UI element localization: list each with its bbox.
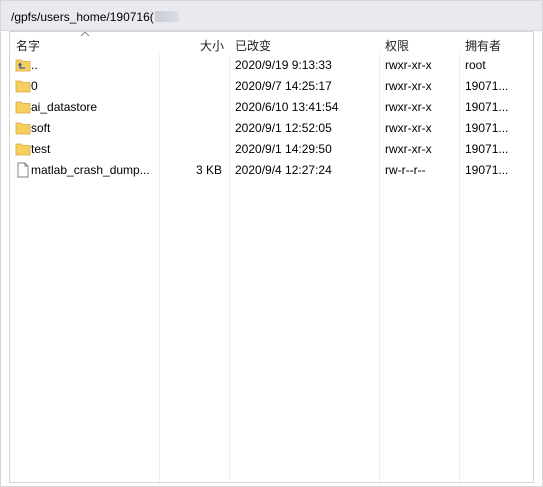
file-owner: 19071... (465, 79, 509, 93)
column-header-row: 名字 大小 已改变 权限 拥有者 (10, 32, 533, 54)
file-permissions: rwxr-xr-x (385, 142, 432, 156)
file-permissions: rw-r--r-- (385, 163, 426, 177)
current-path: /gpfs/users_home/190716( (11, 10, 179, 24)
file-permissions: rwxr-xr-x (385, 121, 432, 135)
file-modified: 2020/6/10 13:41:54 (235, 100, 339, 114)
file-permissions: rwxr-xr-x (385, 79, 432, 93)
file-modified: 2020/9/4 12:27:24 (235, 163, 332, 177)
file-row-parent[interactable]: .. 2020/9/19 9:13:33 rwxr-xr-x root (10, 55, 533, 76)
folder-icon (15, 80, 31, 93)
folder-icon (15, 143, 31, 156)
file-owner: root (465, 58, 486, 72)
file-row[interactable]: 0 2020/9/7 14:25:17 rwxr-xr-x 19071... (10, 76, 533, 97)
file-name: soft (31, 121, 51, 135)
column-header-size[interactable]: 大小 (200, 37, 224, 54)
file-modified: 2020/9/7 14:25:17 (235, 79, 332, 93)
column-header-owner[interactable]: 拥有者 (465, 37, 501, 54)
file-name: matlab_crash_dump... (31, 163, 150, 177)
sort-ascending-icon (80, 32, 90, 37)
file-size: 3 KB (195, 163, 222, 177)
file-owner: 19071... (465, 121, 509, 135)
file-name: 0 (31, 79, 38, 93)
file-modified: 2020/9/1 14:29:50 (235, 142, 332, 156)
file-modified: 2020/9/1 12:52:05 (235, 121, 332, 135)
column-header-permissions[interactable]: 权限 (385, 37, 409, 54)
file-permissions: rwxr-xr-x (385, 58, 432, 72)
file-icon (17, 162, 29, 178)
folder-icon (15, 101, 31, 114)
file-row[interactable]: test 2020/9/1 14:29:50 rwxr-xr-x 19071..… (10, 139, 533, 160)
file-name: test (31, 142, 51, 156)
column-header-name[interactable]: 名字 (16, 37, 40, 54)
column-header-modified[interactable]: 已改变 (235, 37, 271, 54)
parent-folder-icon (15, 59, 31, 72)
file-owner: 19071... (465, 100, 509, 114)
file-name: ai_datastore (31, 100, 98, 114)
file-permissions: rwxr-xr-x (385, 100, 432, 114)
folder-icon (15, 122, 31, 135)
redaction-mask (154, 11, 179, 22)
file-owner: 19071... (465, 142, 509, 156)
file-name: .. (31, 58, 38, 72)
file-modified: 2020/9/19 9:13:33 (235, 58, 332, 72)
file-row[interactable]: matlab_crash_dump... 3 KB 2020/9/4 12:27… (10, 160, 533, 181)
file-browser-window: /gpfs/users_home/190716( 名字 大小 已改变 权限 拥有… (0, 0, 543, 487)
file-row[interactable]: ai_datastore 2020/6/10 13:41:54 rwxr-xr-… (10, 97, 533, 118)
file-list[interactable]: 名字 大小 已改变 权限 拥有者 .. 2020/9/19 9:13:33 rw… (9, 31, 534, 483)
file-row[interactable]: soft 2020/9/1 12:52:05 rwxr-xr-x 19071..… (10, 118, 533, 139)
path-bar[interactable]: /gpfs/users_home/190716( (1, 1, 542, 31)
file-owner: 19071... (465, 163, 509, 177)
